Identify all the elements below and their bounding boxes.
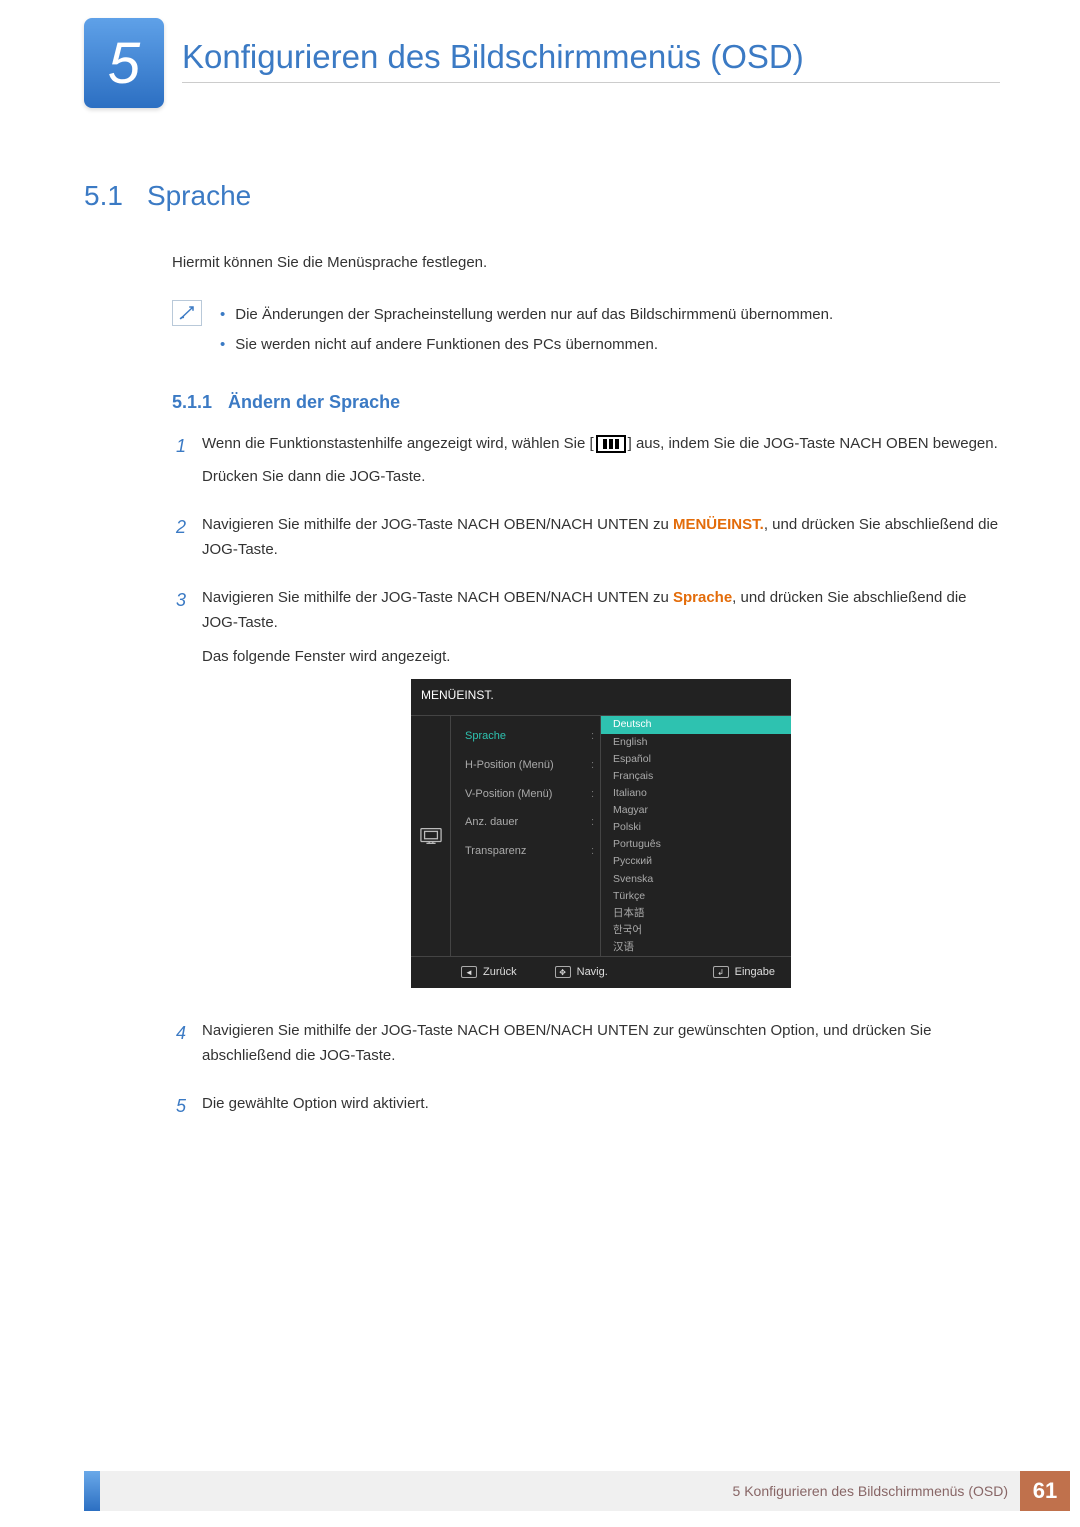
osd-option: Русский — [601, 853, 791, 870]
page-footer: 5 Konfigurieren des Bildschirmmenüs (OSD… — [100, 1471, 1070, 1511]
footer-accent — [84, 1471, 100, 1511]
step-number: 3 — [172, 585, 186, 1004]
step-number: 4 — [172, 1018, 186, 1077]
osd-option: Português — [601, 836, 791, 853]
subsection-title: Ändern der Sprache — [228, 392, 400, 413]
osd-right-column: Deutsch English Español Français Italian… — [601, 716, 791, 956]
footer-text: 5 Konfigurieren des Bildschirmmenüs (OSD… — [733, 1483, 1008, 1499]
osd-menu-item: V-Position (Menü) — [451, 780, 600, 809]
step-body: Navigieren Sie mithilfe der JOG-Taste NA… — [202, 512, 1000, 571]
step-number: 5 — [172, 1091, 186, 1125]
step-body: Die gewählte Option wird aktiviert. — [202, 1091, 1000, 1125]
osd-option: 日本語 — [601, 905, 791, 922]
osd-menu-item: Transparenz — [451, 837, 600, 866]
osd-footer: ◄Zurück ✥Navig. ↲Eingabe — [411, 957, 791, 988]
osd-menu-item: H-Position (Menü) — [451, 751, 600, 780]
section-number: 5.1 — [84, 180, 123, 212]
step-number: 1 — [172, 431, 186, 498]
menu-icon — [596, 435, 626, 453]
note-icon — [172, 300, 202, 326]
osd-screenshot: MENÜEINST. Sprache H-Position (Menü) V-P… — [411, 679, 791, 988]
osd-option: Italiano — [601, 785, 791, 802]
step-body: Navigieren Sie mithilfe der JOG-Taste NA… — [202, 1018, 1000, 1077]
osd-option: Magyar — [601, 802, 791, 819]
divider — [182, 82, 1000, 83]
back-icon: ◄ — [461, 966, 477, 978]
osd-option: Polski — [601, 819, 791, 836]
note-list: Die Änderungen der Spracheinstellung wer… — [220, 300, 833, 360]
note-item: Die Änderungen der Spracheinstellung wer… — [220, 300, 833, 330]
chapter-number-badge: 5 — [84, 18, 164, 108]
step-number: 2 — [172, 512, 186, 571]
section-intro: Hiermit können Sie die Menüsprache festl… — [172, 250, 1000, 276]
osd-option: 汉语 — [601, 939, 791, 956]
page-number: 61 — [1020, 1471, 1070, 1511]
enter-icon: ↲ — [713, 966, 729, 978]
chapter-title: Konfigurieren des Bildschirmmenüs (OSD) — [182, 38, 804, 76]
osd-menu-item: Sprache — [451, 722, 600, 751]
step-body: Navigieren Sie mithilfe der JOG-Taste NA… — [202, 585, 1000, 1004]
osd-menu-item: Anz. dauer — [451, 808, 600, 837]
osd-screen-icon — [411, 716, 451, 956]
osd-option: Español — [601, 751, 791, 768]
osd-option: 한국어 — [601, 922, 791, 939]
nav-icon: ✥ — [555, 966, 571, 978]
osd-left-column: Sprache H-Position (Menü) V-Position (Me… — [451, 716, 601, 956]
osd-option: Deutsch — [601, 716, 791, 733]
step-body: Wenn die Funktionstastenhilfe angezeigt … — [202, 431, 1000, 498]
osd-option: Türkçe — [601, 888, 791, 905]
osd-option: Français — [601, 768, 791, 785]
note-item: Sie werden nicht auf andere Funktionen d… — [220, 330, 833, 360]
osd-option: English — [601, 734, 791, 751]
subsection-number: 5.1.1 — [172, 392, 212, 413]
osd-title: MENÜEINST. — [411, 679, 791, 715]
section-title: Sprache — [147, 180, 251, 212]
osd-option: Svenska — [601, 871, 791, 888]
